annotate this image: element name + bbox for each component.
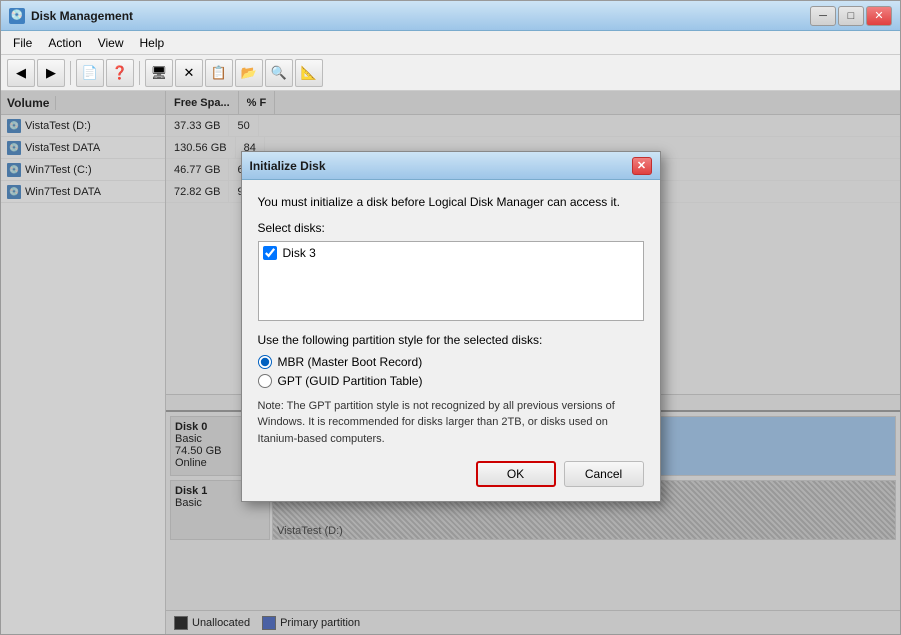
- dialog-body: You must initialize a disk before Logica…: [242, 180, 660, 501]
- dialog-title: Initialize Disk: [250, 159, 632, 173]
- note-text: Note: The GPT partition style is not rec…: [258, 398, 644, 448]
- toolbar-separator-2: [139, 61, 140, 85]
- disk-select-box: Disk 3: [258, 241, 644, 321]
- mbr-radio-option: MBR (Master Boot Record): [258, 355, 644, 369]
- toolbar: ◀ ▶ 📄 ❓ 🖥 ✕ 📋 📂 🔍 📐: [1, 55, 900, 91]
- content-area: Volume 💿 VistaTest (D:) 💿 VistaTest DATA…: [1, 91, 900, 634]
- properties-button[interactable]: 📄: [76, 59, 104, 87]
- modal-overlay: Initialize Disk ✕ You must initialize a …: [1, 91, 900, 634]
- dialog-title-bar: Initialize Disk ✕: [242, 152, 660, 180]
- mbr-label: MBR (Master Boot Record): [278, 355, 423, 369]
- menu-file[interactable]: File: [5, 34, 40, 52]
- copy-button[interactable]: 📋: [205, 59, 233, 87]
- back-button[interactable]: ◀: [7, 59, 35, 87]
- menu-bar: File Action View Help: [1, 31, 900, 55]
- folder-button[interactable]: 📂: [235, 59, 263, 87]
- partition-style-label: Use the following partition style for th…: [258, 333, 644, 347]
- measure-button[interactable]: 📐: [295, 59, 323, 87]
- toolbar-separator-1: [70, 61, 71, 85]
- main-window: 💿 Disk Management ─ □ ✕ File Action View…: [0, 0, 901, 635]
- maximize-button[interactable]: □: [838, 6, 864, 26]
- disk-check-item-0: Disk 3: [263, 246, 639, 260]
- delete-button[interactable]: ✕: [175, 59, 203, 87]
- window-controls: ─ □ ✕: [810, 6, 892, 26]
- cancel-button[interactable]: Cancel: [564, 461, 644, 487]
- disk-3-label: Disk 3: [283, 246, 316, 260]
- help-button[interactable]: ❓: [106, 59, 134, 87]
- app-icon: 💿: [9, 8, 25, 24]
- ok-button[interactable]: OK: [476, 461, 556, 487]
- gpt-radio-option: GPT (GUID Partition Table): [258, 374, 644, 388]
- dialog-buttons: OK Cancel: [258, 461, 644, 487]
- minimize-button[interactable]: ─: [810, 6, 836, 26]
- menu-action[interactable]: Action: [40, 34, 89, 52]
- title-bar: 💿 Disk Management ─ □ ✕: [1, 1, 900, 31]
- window-title: Disk Management: [31, 9, 810, 23]
- gpt-radio[interactable]: [258, 374, 272, 388]
- dialog-info: You must initialize a disk before Logica…: [258, 194, 644, 211]
- search-button[interactable]: 🔍: [265, 59, 293, 87]
- menu-help[interactable]: Help: [132, 34, 173, 52]
- menu-view[interactable]: View: [90, 34, 132, 52]
- disk-button[interactable]: 🖥: [145, 59, 173, 87]
- forward-button[interactable]: ▶: [37, 59, 65, 87]
- dialog-close-button[interactable]: ✕: [632, 157, 652, 175]
- select-disks-label: Select disks:: [258, 221, 644, 235]
- gpt-label: GPT (GUID Partition Table): [278, 374, 423, 388]
- mbr-radio[interactable]: [258, 355, 272, 369]
- initialize-disk-dialog: Initialize Disk ✕ You must initialize a …: [241, 151, 661, 502]
- disk-3-checkbox[interactable]: [263, 246, 277, 260]
- close-button[interactable]: ✕: [866, 6, 892, 26]
